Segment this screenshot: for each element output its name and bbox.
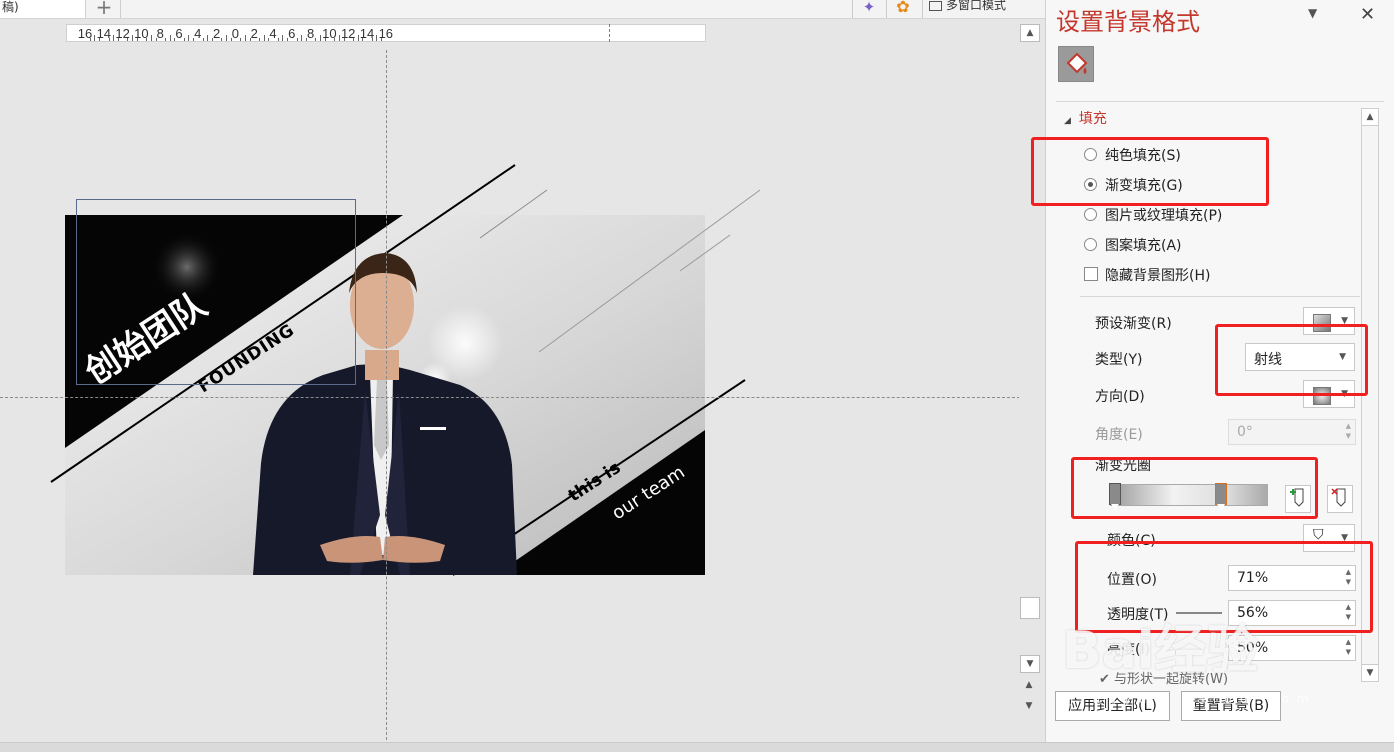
scroll-down-icon[interactable]: ▼ — [1020, 655, 1040, 673]
highlight-fill-type — [1031, 137, 1269, 206]
ruler-tick — [277, 38, 279, 41]
ruler-tick — [357, 35, 359, 41]
ruler-tick — [127, 38, 129, 41]
close-icon[interactable]: ✕ — [1360, 4, 1375, 25]
options-divider — [1080, 296, 1360, 297]
ruler-label: 4 — [194, 26, 202, 41]
ruler-tick — [150, 35, 152, 41]
previous-slide-icon[interactable]: ▲ — [1020, 677, 1038, 693]
new-tab-button[interactable]: + — [88, 0, 121, 18]
ruler-tick — [108, 38, 110, 41]
ruler-tick — [320, 35, 321, 41]
ruler-label: 6 — [175, 26, 183, 41]
hide-bg-checkbox[interactable] — [1084, 267, 1098, 281]
multi-window-button[interactable]: 多窗口模式 — [922, 0, 1006, 18]
ruler-tick — [338, 35, 340, 41]
angle-label: 角度(E) — [1095, 427, 1143, 443]
ruler-tick — [146, 38, 148, 41]
ruler-tick — [188, 35, 190, 41]
panel-options-dropdown-icon[interactable]: ▼ — [1308, 6, 1317, 20]
ruler-tick — [258, 38, 260, 41]
section-fill-header[interactable]: ◢ 填充 — [1064, 108, 1107, 128]
magic-wand-icon[interactable]: ✦ — [852, 0, 885, 18]
ruler-position-marker — [609, 24, 611, 42]
ruler-tick — [132, 35, 133, 41]
ruler-label: 4 — [269, 26, 277, 41]
radio-pattern-fill[interactable] — [1084, 238, 1097, 251]
panel-scroll-up-icon[interactable]: ▲ — [1362, 109, 1378, 126]
highlight-type-select — [1215, 324, 1368, 396]
multi-window-label: 多窗口模式 — [946, 0, 1007, 12]
vertical-guide[interactable] — [386, 50, 387, 740]
ruler-tick — [164, 38, 166, 41]
ruler-tick — [371, 38, 373, 41]
ruler-tick — [169, 35, 171, 41]
ruler-tick — [221, 38, 223, 41]
ruler-label: 16 — [378, 26, 394, 41]
panel-divider — [1056, 101, 1384, 102]
ruler-tick — [376, 35, 378, 41]
next-slide-icon[interactable]: ▼ — [1020, 698, 1038, 714]
scroll-thumb[interactable] — [1020, 597, 1040, 619]
remove-gradient-stop-icon[interactable] — [1327, 485, 1353, 513]
ruler-tick — [282, 35, 284, 41]
ruler-tick — [352, 38, 354, 41]
ruler-tick — [240, 38, 242, 41]
option-pattern-fill-label: 图案填充(A) — [1105, 238, 1182, 254]
highlight-gradient-stops — [1071, 457, 1318, 519]
ruler-tick — [263, 35, 265, 41]
ruler-tick — [334, 38, 336, 41]
fill-bucket-icon[interactable] — [1058, 46, 1094, 82]
ruler-tick — [183, 38, 185, 41]
angle-input[interactable]: 0° ▲ ▼ — [1228, 419, 1356, 445]
baidu-watermark: Bai经验 — [1062, 621, 1259, 681]
scroll-up-icon[interactable]: ▲ — [1020, 24, 1040, 42]
direction-label: 方向(D) — [1095, 389, 1145, 405]
window-icon — [929, 0, 942, 11]
section-fill-label: 填充 — [1078, 111, 1107, 127]
type-label: 类型(Y) — [1095, 352, 1143, 368]
ruler-tick — [89, 38, 91, 41]
editor-vertical-scrollbar[interactable]: ▲ ▼ ▲ ▼ — [1019, 22, 1041, 742]
gear-icon[interactable]: ✿ — [886, 0, 919, 18]
ruler-label: 8 — [156, 26, 164, 41]
option-picture-fill-label: 图片或纹理填充(P) — [1105, 208, 1223, 224]
ruler-label: 6 — [288, 26, 296, 41]
ruler-tick — [94, 35, 96, 41]
radio-picture-fill[interactable] — [1084, 208, 1097, 221]
panel-title: 设置背景格式 — [1056, 8, 1200, 36]
text-selection-box[interactable] — [76, 199, 356, 385]
ruler-label: 8 — [306, 26, 315, 41]
ruler-tick — [113, 35, 115, 41]
ruler-label: 0 — [231, 26, 240, 41]
document-tab[interactable]: 稿) — [0, 0, 86, 18]
ruler-tick — [207, 35, 209, 41]
baidu-watermark-url: jingyan.baidu.com — [1070, 692, 1317, 706]
ruler-tick — [226, 35, 227, 41]
horizontal-guide[interactable] — [0, 397, 1020, 398]
ruler-tick — [202, 38, 204, 41]
ruler-tick — [244, 35, 246, 41]
ruler-label: 2 — [212, 26, 221, 41]
angle-value: 0° — [1237, 424, 1253, 440]
panel-scroll-down-icon[interactable]: ▼ — [1362, 664, 1378, 681]
ruler-tick — [301, 35, 303, 41]
ruler-label: 2 — [250, 26, 258, 41]
ruler-tick — [315, 38, 317, 41]
hide-bg-label: 隐藏背景图形(H) — [1105, 268, 1211, 284]
preset-gradient-label: 预设渐变(R) — [1095, 316, 1172, 332]
ruler-tick — [296, 38, 298, 41]
collapse-triangle-icon: ◢ — [1064, 116, 1071, 126]
